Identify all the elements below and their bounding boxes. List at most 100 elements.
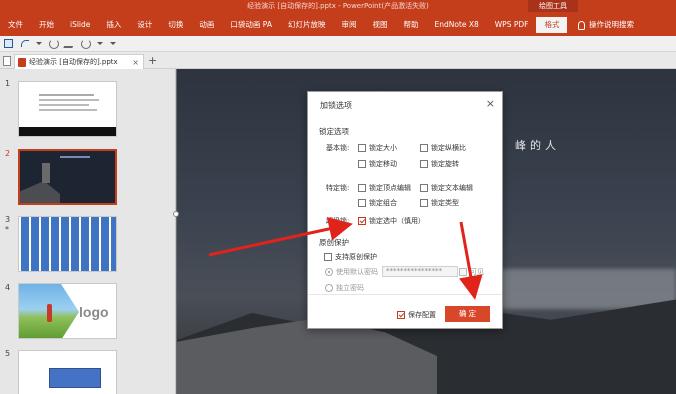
slide-thumbnail-5[interactable] xyxy=(18,350,117,394)
checkbox-box xyxy=(358,160,366,168)
checkbox-box xyxy=(420,160,428,168)
lock-select-checkbox[interactable]: 锁定选中（慎用） xyxy=(358,216,425,226)
chevron-down-icon[interactable] xyxy=(97,42,103,45)
ribbon-tabs: 文件 开始 iSlide 插入 设计 切换 动画 口袋动画 PA 幻灯片放映 审… xyxy=(0,17,568,33)
ok-button[interactable]: 确 定 xyxy=(445,306,490,322)
lock-section-title: 锁定选项 xyxy=(319,127,349,136)
lock-rotate-checkbox[interactable]: 锁定旋转 xyxy=(420,159,459,169)
checkbox-label: 锁定组合 xyxy=(369,199,397,207)
file-icon xyxy=(3,56,11,66)
checkbox-label: 锁定旋转 xyxy=(431,160,459,168)
checkbox-label: 锁定纵横比 xyxy=(431,144,466,152)
checkbox-box xyxy=(358,199,366,207)
radio-label: 独立密码 xyxy=(336,284,364,292)
basic-lock-label: 基本锁: xyxy=(326,144,350,152)
tell-me-search[interactable]: 操作说明搜索 xyxy=(578,17,634,33)
checkbox-label: 支持原创保护 xyxy=(335,253,377,261)
tab-endnote[interactable]: EndNote X8 xyxy=(426,17,486,33)
contextual-group-label: 绘图工具 xyxy=(528,0,578,12)
checkbox-label: 保存配置 xyxy=(408,311,436,319)
checkbox-box xyxy=(420,144,428,152)
add-tab-button[interactable]: + xyxy=(148,54,157,67)
slide-number: 2 xyxy=(5,149,11,158)
checkbox-label: 可见 xyxy=(470,268,484,276)
document-tab-label: 经验演示 [自动保存的].pptx xyxy=(29,58,118,66)
selection-handle[interactable] xyxy=(173,211,179,217)
checkbox-label: 锁定大小 xyxy=(369,144,397,152)
separate-password-radio[interactable]: 独立密码 xyxy=(325,283,364,293)
tab-islide[interactable]: iSlide xyxy=(62,17,98,33)
support-protect-checkbox[interactable]: 支持原创保护 xyxy=(324,252,377,262)
document-tab[interactable]: 经验演示 [自动保存的].pptx × xyxy=(14,54,144,69)
checkbox-box-checked xyxy=(358,217,366,225)
lock-group-checkbox[interactable]: 锁定组合 xyxy=(358,198,397,208)
checkbox-label: 锁定类型 xyxy=(431,199,459,207)
radio-dot xyxy=(325,268,333,276)
dialog-title: 加锁选项 xyxy=(320,101,352,110)
lock-move-checkbox[interactable]: 锁定移动 xyxy=(358,159,397,169)
repeat-icon[interactable] xyxy=(49,39,59,49)
tab-design[interactable]: 设计 xyxy=(129,17,160,33)
slide-number: 4 xyxy=(5,283,11,292)
slide-number: 1 xyxy=(5,79,11,88)
checkbox-label: 锁定选中（慎用） xyxy=(369,217,425,225)
tab-view[interactable]: 视图 xyxy=(364,17,395,33)
tab-home[interactable]: 开始 xyxy=(31,17,62,33)
lock-text-checkbox[interactable]: 锁定文本编辑 xyxy=(420,183,473,193)
save-icon[interactable] xyxy=(4,39,13,48)
lock-type-checkbox[interactable]: 锁定类型 xyxy=(420,198,459,208)
format-painter-icon[interactable] xyxy=(63,39,76,48)
slide-panel: 1 2 3 * 4 logo 5 xyxy=(0,69,176,394)
close-icon[interactable]: × xyxy=(132,58,139,67)
checkbox-box xyxy=(358,184,366,192)
tab-animations[interactable]: 动画 xyxy=(191,17,222,33)
checkbox-box xyxy=(420,184,428,192)
lock-vertex-checkbox[interactable]: 锁定顶点编辑 xyxy=(358,183,411,193)
password-field[interactable]: **************** xyxy=(382,266,458,277)
tab-format[interactable]: 格式 xyxy=(536,17,568,33)
tab-insert[interactable]: 插入 xyxy=(98,17,129,33)
close-icon[interactable]: × xyxy=(486,97,495,110)
checkbox-label: 锁定文本编辑 xyxy=(431,184,473,192)
radio-dot xyxy=(325,284,333,292)
tab-file[interactable]: 文件 xyxy=(0,17,31,33)
quick-access-toolbar xyxy=(0,36,676,52)
slide-thumbnail-1[interactable] xyxy=(18,81,117,137)
tab-pocket-animation[interactable]: 口袋动画 PA xyxy=(222,17,280,33)
show-password-checkbox[interactable]: 可见 xyxy=(459,267,484,277)
powerpoint-icon xyxy=(18,57,26,67)
tab-transitions[interactable]: 切换 xyxy=(160,17,191,33)
lock-aspect-checkbox[interactable]: 锁定纵横比 xyxy=(420,143,466,153)
special-lock-label: 特定锁: xyxy=(326,184,350,192)
lock-size-checkbox[interactable]: 锁定大小 xyxy=(358,143,397,153)
checkbox-box xyxy=(358,144,366,152)
lightbulb-icon xyxy=(578,20,585,30)
loop-icon[interactable] xyxy=(81,39,91,49)
tab-review[interactable]: 审阅 xyxy=(333,17,364,33)
slide-thumbnail-4[interactable]: logo xyxy=(18,283,117,339)
tab-wps-pdf[interactable]: WPS PDF xyxy=(487,17,537,33)
undo-icon[interactable] xyxy=(20,39,29,48)
slide-thumbnail-3[interactable] xyxy=(18,216,117,272)
slide-text[interactable]: 峰的人 xyxy=(515,137,560,153)
divider xyxy=(308,294,502,295)
slide-thumbnail-2[interactable] xyxy=(18,149,117,205)
logo-text: logo xyxy=(79,304,109,320)
checkbox-box-checked xyxy=(397,311,405,319)
tab-slideshow[interactable]: 幻灯片放映 xyxy=(280,17,334,33)
checkbox-label: 锁定移动 xyxy=(369,160,397,168)
checkbox-label: 锁定顶点编辑 xyxy=(369,184,411,192)
document-tab-bar: 经验演示 [自动保存的].pptx × + xyxy=(0,52,676,69)
slide-number: 5 xyxy=(5,349,11,358)
radio-label: 使用默认密码 xyxy=(336,268,378,276)
customize-qat-icon[interactable] xyxy=(110,42,116,45)
checkbox-box xyxy=(420,199,428,207)
animation-star-icon: * xyxy=(5,225,9,234)
save-config-checkbox[interactable]: 保存配置 xyxy=(397,310,436,320)
super-lock-label: 超级锁: xyxy=(326,217,350,225)
tab-help[interactable]: 帮助 xyxy=(395,17,426,33)
protect-section-title: 原创保护 xyxy=(319,238,349,247)
use-default-password-radio[interactable]: 使用默认密码 xyxy=(325,267,378,277)
chevron-down-icon[interactable] xyxy=(36,42,42,45)
tell-me-label: 操作说明搜索 xyxy=(589,20,634,29)
